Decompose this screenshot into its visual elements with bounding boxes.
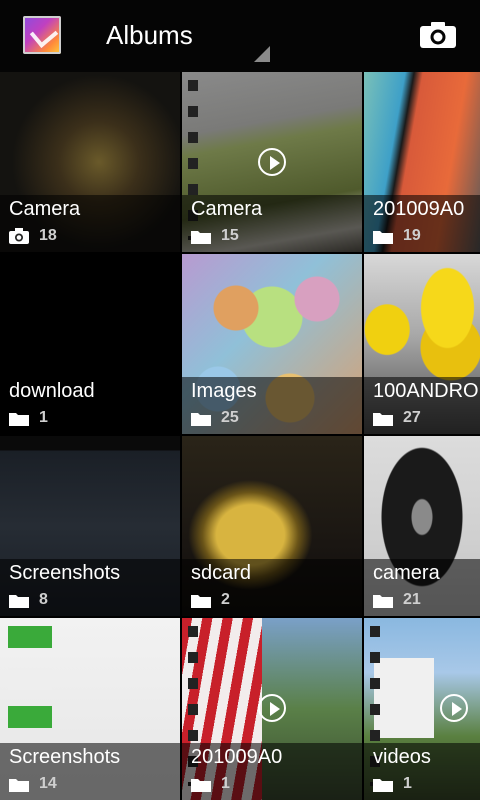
album-count: 8 (39, 591, 48, 608)
album-count: 14 (39, 775, 57, 792)
album-name: camera (373, 562, 440, 584)
album-count-row: 1 (9, 409, 48, 427)
album-name: videos (373, 746, 431, 768)
folder-icon (373, 778, 393, 792)
album-count-row: 25 (191, 409, 239, 427)
album-tile[interactable]: Camera 18 (0, 72, 180, 252)
album-tile[interactable]: 201009A0 19 (364, 72, 480, 252)
album-count: 18 (39, 227, 57, 244)
folder-icon (191, 412, 211, 426)
action-bar: Albums (0, 0, 480, 72)
album-name: Images (191, 380, 257, 402)
album-count-row: 2 (191, 591, 230, 609)
play-icon (258, 148, 286, 176)
album-count-row: 27 (373, 409, 421, 427)
page-title[interactable]: Albums (106, 20, 193, 51)
folder-icon (373, 230, 393, 244)
camera-source-icon (9, 228, 29, 244)
play-icon (440, 694, 468, 722)
album-count-row: 15 (191, 227, 239, 245)
album-count-row: 14 (9, 775, 57, 793)
album-tile[interactable]: 100ANDRO 27 (364, 254, 480, 434)
album-count-row: 19 (373, 227, 421, 245)
album-count: 27 (403, 409, 421, 426)
album-name: Screenshots (9, 746, 121, 768)
album-thumbnail (0, 254, 180, 434)
album-count-row: 18 (9, 227, 57, 245)
album-grid: Camera 18 Camera 15 201009A0 19 download… (0, 72, 480, 800)
album-count: 19 (403, 227, 421, 244)
album-count-row: 1 (191, 775, 230, 793)
album-tile[interactable]: Screenshots 14 (0, 618, 180, 800)
album-count: 21 (403, 591, 421, 608)
album-name: 100ANDRO (373, 380, 479, 402)
album-count-row: 8 (9, 591, 48, 609)
album-name: 201009A0 (373, 198, 465, 220)
album-name: Camera (9, 198, 81, 220)
gallery-app-icon[interactable] (23, 16, 61, 54)
album-tile[interactable]: camera 21 (364, 436, 480, 616)
folder-icon (9, 594, 29, 608)
folder-icon (9, 778, 29, 792)
album-name: sdcard (191, 562, 252, 584)
folder-icon (191, 230, 211, 244)
folder-icon (373, 412, 393, 426)
album-name: Screenshots (9, 562, 121, 584)
album-name: Camera (191, 198, 263, 220)
album-count-row: 21 (373, 591, 421, 609)
camera-icon[interactable] (420, 22, 456, 48)
album-count: 25 (221, 409, 239, 426)
album-tile[interactable]: Screenshots 8 (0, 436, 180, 616)
album-count: 1 (39, 409, 48, 426)
play-icon (258, 694, 286, 722)
album-count: 1 (403, 775, 412, 792)
dropdown-indicator-icon[interactable] (254, 46, 270, 62)
album-tile[interactable]: Camera 15 (182, 72, 362, 252)
album-tile[interactable]: videos 1 (364, 618, 480, 800)
album-count: 1 (221, 775, 230, 792)
album-tile[interactable]: 201009A0 1 (182, 618, 362, 800)
folder-icon (373, 594, 393, 608)
album-tile[interactable]: sdcard 2 (182, 436, 362, 616)
album-count-row: 1 (373, 775, 412, 793)
album-name: download (9, 380, 95, 402)
folder-icon (191, 778, 211, 792)
album-count: 2 (221, 591, 230, 608)
folder-icon (9, 412, 29, 426)
album-name: 201009A0 (191, 746, 283, 768)
album-tile[interactable]: download 1 (0, 254, 180, 434)
album-count: 15 (221, 227, 239, 244)
album-tile[interactable]: Images 25 (182, 254, 362, 434)
folder-icon (191, 594, 211, 608)
